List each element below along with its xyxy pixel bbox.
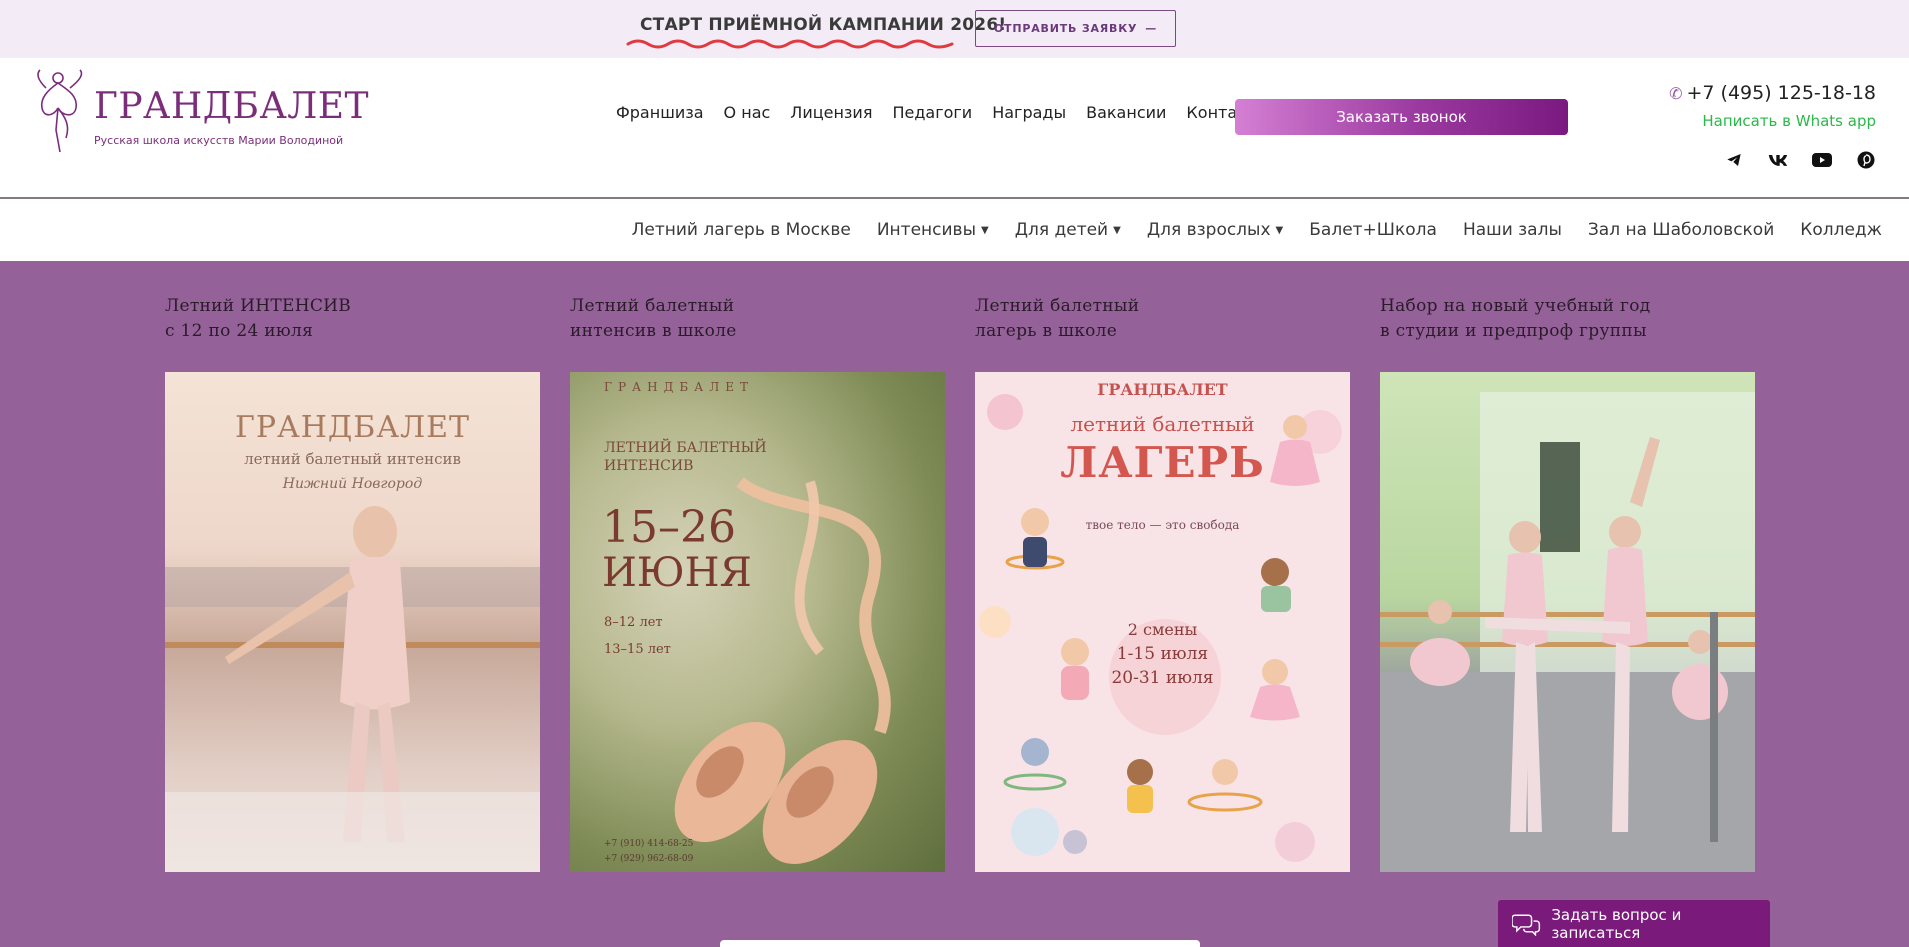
ask-question-chat-button[interactable]: Задать вопрос и записаться: [1498, 900, 1770, 947]
chevron-down-icon: ▼: [1113, 224, 1121, 236]
logo-tagline: Русская школа искусств Марии Володиной: [94, 134, 344, 147]
poster-shift-dates: 1-15 июля: [1116, 644, 1209, 664]
chat-bubbles-icon: [1512, 913, 1541, 936]
subnav-label: Зал на Шаболовской: [1587, 220, 1775, 240]
poster-image[interactable]: ГРАНДБАЛЕТ ЛЕТНИЙ БАЛЕТНЫЙ ИНТЕНСИВ 15–2…: [570, 372, 945, 872]
subnav-label: Летний лагерь в Москве: [631, 220, 851, 240]
poster-shift-dates: 20-31 июля: [1111, 668, 1214, 688]
social-links: [1724, 150, 1876, 170]
card-title: Летний балетный интенсив в школе: [570, 294, 970, 344]
phone-link[interactable]: ✆ +7 (495) 125-18-18: [1669, 82, 1876, 104]
subnav-for-adults[interactable]: Для взрослых ▼: [1147, 220, 1283, 240]
arrow-dash-icon: —: [1145, 22, 1158, 35]
phone-icon: ✆: [1669, 83, 1683, 103]
ballerina-photo: [165, 506, 540, 872]
poster-image[interactable]: [1380, 372, 1755, 872]
poster-phone: +7 (929) 962-68-09: [604, 854, 694, 864]
programs-section: Летний ИНТЕНСИВ с 12 по 24 июля ГРАНДБАЛ…: [0, 261, 1909, 947]
card-title-line: Набор на новый учебный год: [1380, 296, 1651, 316]
subnav-label: Для детей: [1014, 220, 1109, 240]
youtube-icon[interactable]: [1812, 150, 1832, 170]
bottom-divider: [720, 940, 1200, 947]
poster-brand: ГРАНДБАЛЕТ: [1097, 380, 1228, 399]
vk-icon[interactable]: [1768, 150, 1788, 170]
subnav-shabolovskaya-hall[interactable]: Зал на Шаболовской: [1588, 220, 1774, 240]
subnav-label: Колледж: [1800, 220, 1882, 240]
logo-brand-text: ГРАНДБАЛЕТ: [94, 86, 370, 127]
announcement-headline: СТАРТ ПРИЁМНОЙ КАМПАНИИ 2026!: [640, 15, 1007, 35]
studio-class-photo: [1380, 392, 1755, 872]
card-title-line: Летний балетный: [975, 296, 1140, 316]
card-title-line: с 12 по 24 июля: [165, 321, 314, 341]
chevron-down-icon: ▼: [1275, 224, 1284, 236]
main-navigation: Франшиза О нас Лицензия Педагоги Награды…: [616, 103, 1269, 122]
subnav-for-kids[interactable]: Для детей ▼: [1015, 220, 1121, 240]
pointe-shoes-photo: [674, 477, 891, 864]
nav-franchise[interactable]: Франшиза: [616, 103, 704, 122]
poster-title: ЛАГЕРЬ: [1060, 438, 1265, 487]
poster-image[interactable]: ГРАНДБАЛЕТ летний балетный ЛАГЕРЬ твое т…: [975, 372, 1350, 872]
secondary-navigation: Летний лагерь в Москве Интенсивы ▼ Для де…: [0, 201, 1909, 261]
subnav-label: Балет+Школа: [1309, 220, 1437, 240]
card-title-line: лагерь в школе: [975, 321, 1118, 341]
announcement-bar: СТАРТ ПРИЁМНОЙ КАМПАНИИ 2026! ОТПРАВИТЬ …: [0, 0, 1909, 58]
submit-application-label: ОТПРАВИТЬ ЗАЯВКУ: [993, 22, 1138, 35]
card-title: Летний балетный лагерь в школе: [975, 294, 1375, 344]
poster-shifts: 2 смены: [1127, 620, 1198, 639]
pinterest-icon[interactable]: [1856, 150, 1876, 170]
card-title: Летний ИНТЕНСИВ с 12 по 24 июля: [165, 294, 565, 344]
subnav-summer-camp-moscow[interactable]: Летний лагерь в Москве: [632, 220, 851, 240]
red-squiggle-underline: [626, 39, 954, 49]
card-title: Набор на новый учебный год в студии и пр…: [1380, 294, 1780, 344]
nav-license[interactable]: Лицензия: [790, 103, 872, 122]
subnav-our-halls[interactable]: Наши залы: [1463, 220, 1562, 240]
card-title-line: в студии и предпроф группы: [1380, 321, 1647, 341]
poster-phone: +7 (910) 414-68-25: [604, 839, 694, 849]
nav-awards[interactable]: Награды: [992, 103, 1066, 122]
poster-subtitle: летний балетный: [1070, 412, 1255, 436]
site-header: ГРАНДБАЛЕТ Русская школа искусств Марии …: [0, 58, 1909, 199]
subnav-label: Наши залы: [1462, 220, 1562, 240]
card-title-line: интенсив в школе: [570, 321, 737, 341]
subnav-label: Интенсивы: [876, 220, 976, 240]
nav-teachers[interactable]: Педагоги: [892, 103, 972, 122]
phone-number: +7 (495) 125-18-18: [1686, 82, 1876, 104]
subnav-college[interactable]: Колледж: [1800, 220, 1882, 240]
card-title-line: Летний балетный: [570, 296, 735, 316]
chevron-down-icon: ▼: [981, 224, 989, 236]
chat-button-label: Задать вопрос и записаться: [1551, 905, 1682, 942]
nav-vacancies[interactable]: Вакансии: [1086, 103, 1166, 122]
submit-application-button[interactable]: ОТПРАВИТЬ ЗАЯВКУ —: [975, 10, 1176, 47]
subnav-label: Для взрослых: [1146, 220, 1271, 240]
poster-slogan: твое тело — это свобода: [1085, 518, 1240, 532]
whatsapp-link[interactable]: Написать в Whats app: [1702, 112, 1876, 130]
ballerina-logo-icon: [37, 69, 83, 153]
subnav-ballet-school[interactable]: Балет+Школа: [1309, 220, 1437, 240]
order-callback-button[interactable]: Заказать звонок: [1235, 99, 1568, 135]
poster-image[interactable]: ГРАНДБАЛЕТ летний балетный интенсив Нижн…: [165, 372, 540, 872]
site-logo[interactable]: ГРАНДБАЛЕТ Русская школа искусств Марии …: [36, 68, 369, 154]
subnav-intensives[interactable]: Интенсивы ▼: [877, 220, 989, 240]
nav-about[interactable]: О нас: [724, 103, 771, 122]
card-title-line: Летний ИНТЕНСИВ: [165, 296, 352, 316]
telegram-icon[interactable]: [1724, 150, 1744, 170]
